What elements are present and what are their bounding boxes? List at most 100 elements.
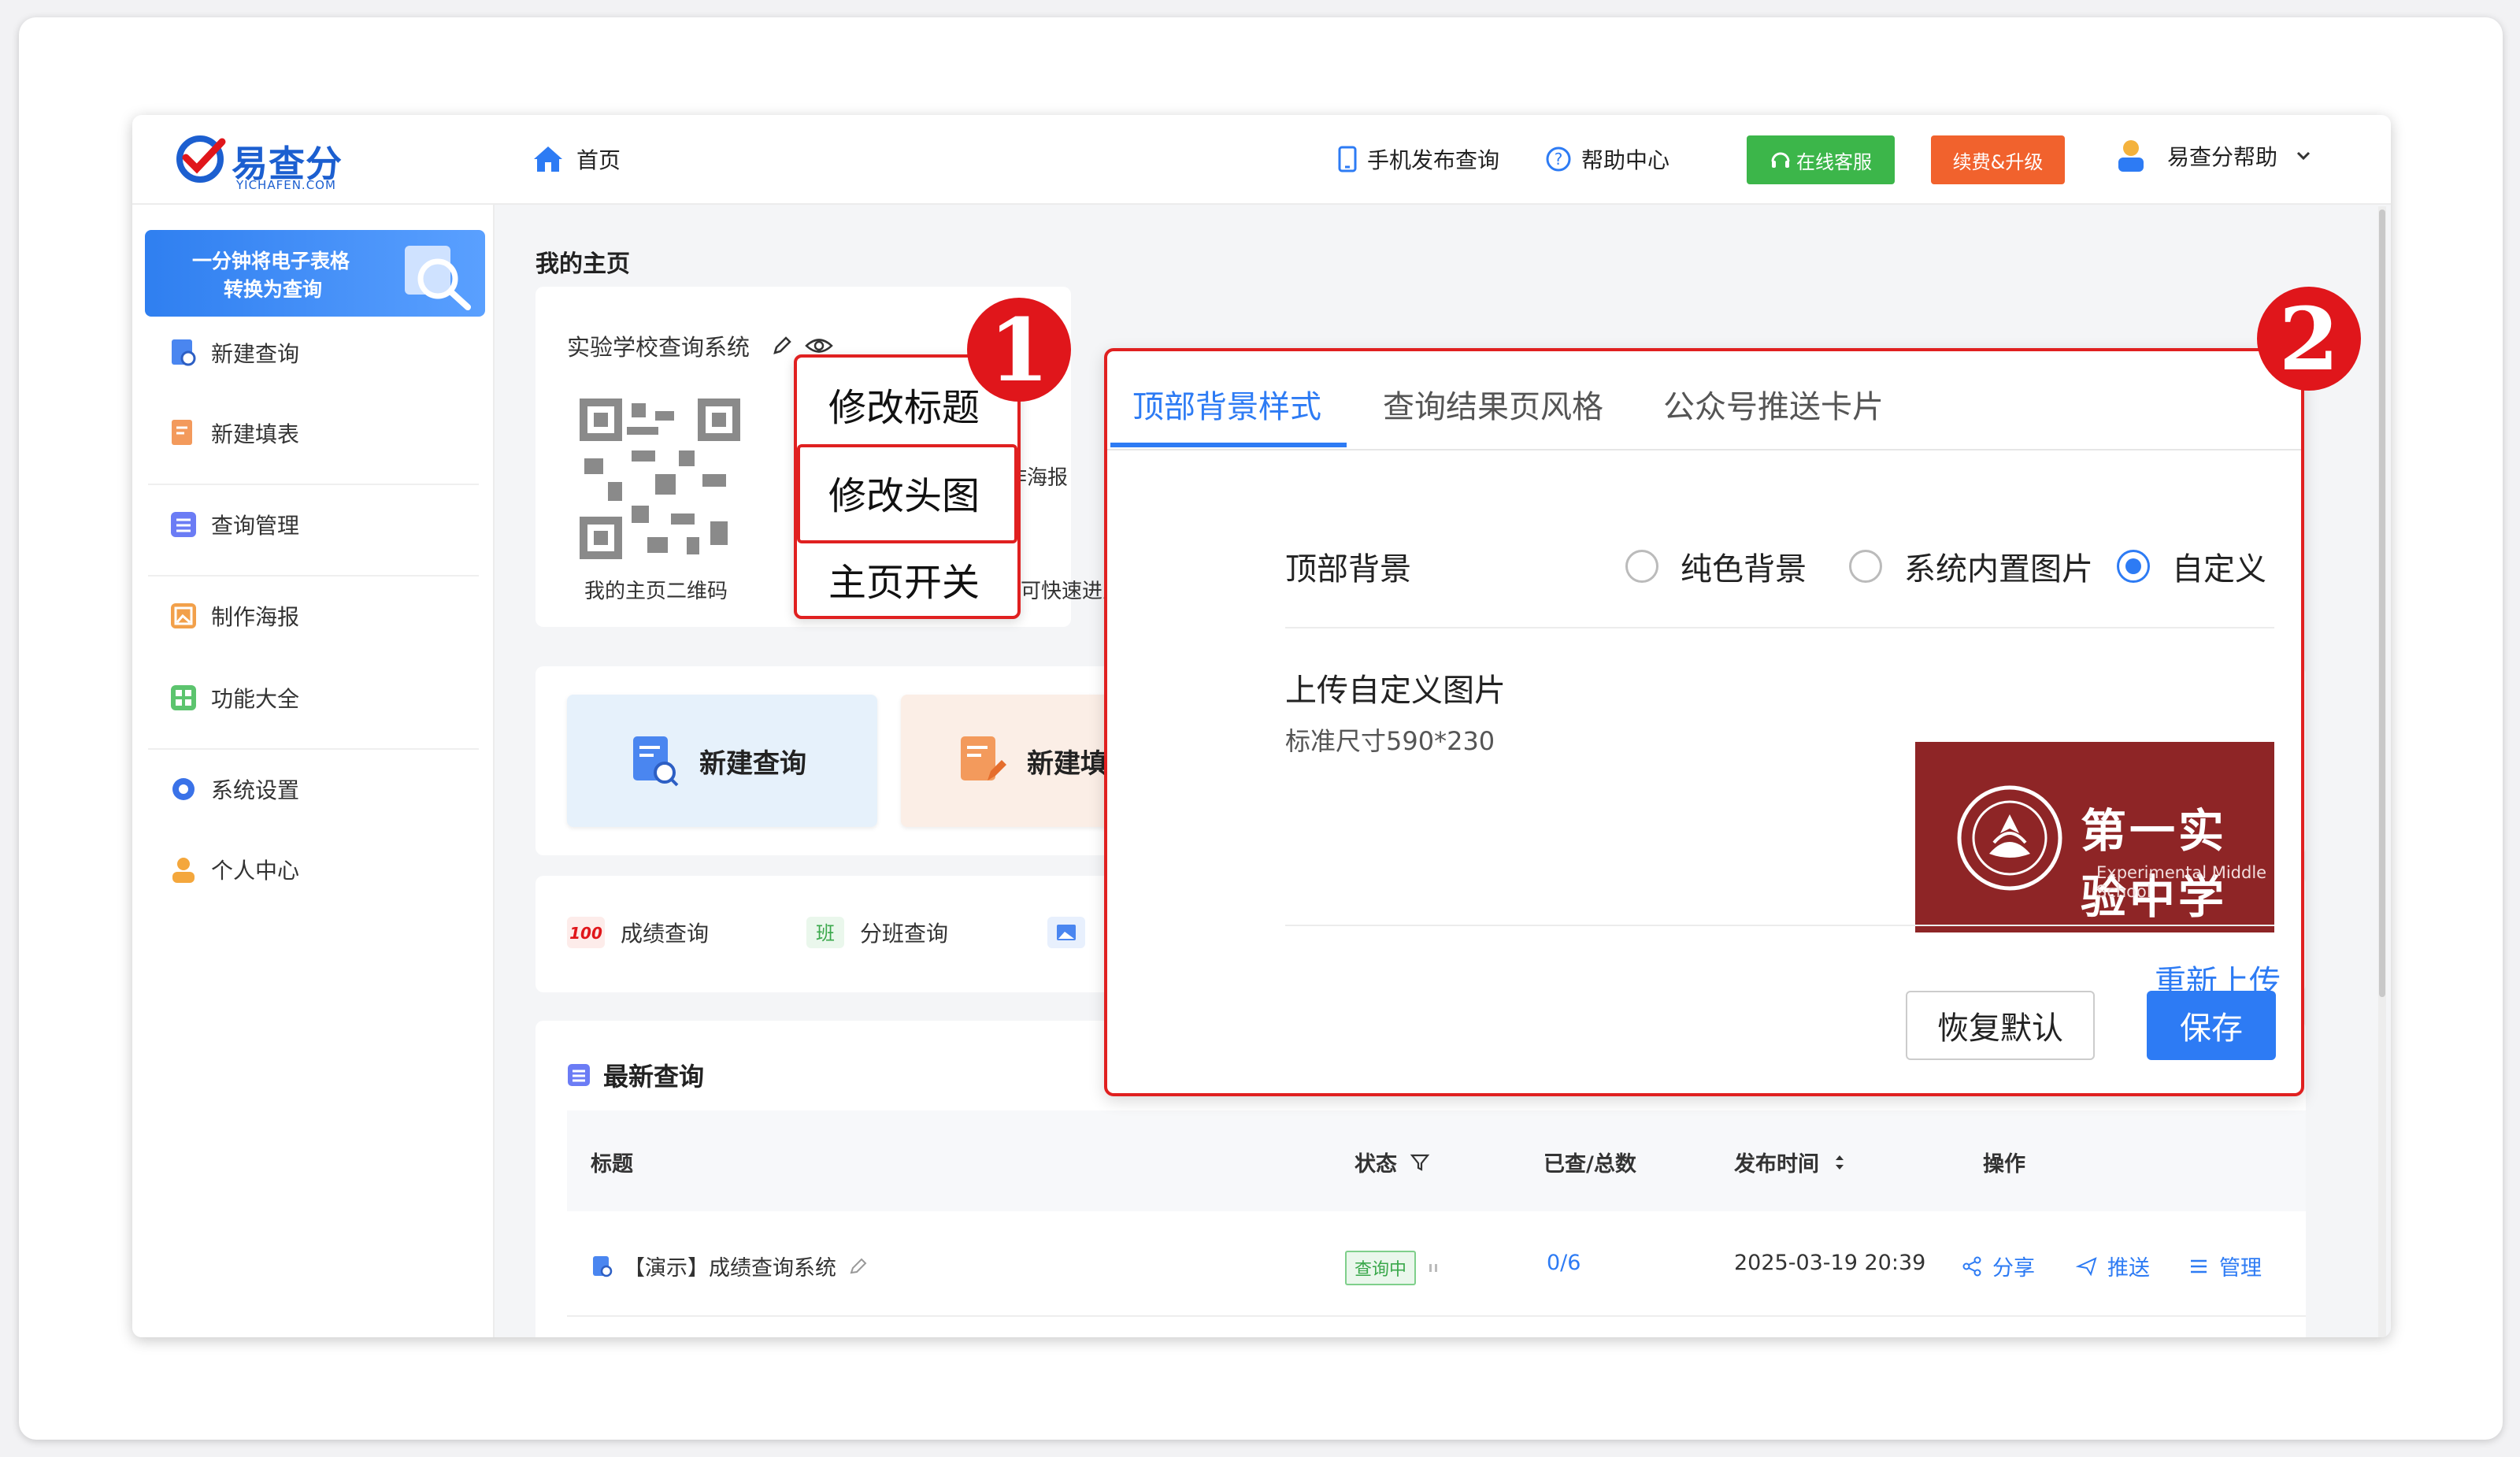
quick-new-form-button[interactable]: 新建填	[901, 695, 1137, 827]
new-form-icon	[172, 420, 192, 445]
menu-item-homepage-toggle[interactable]: 主页开关	[828, 551, 980, 606]
sidebar-item-features[interactable]: 功能大全	[169, 682, 299, 714]
home-icon	[534, 146, 562, 172]
edit-pencil-icon[interactable]	[847, 1255, 869, 1277]
sidebar-item-settings[interactable]: 系统设置	[169, 773, 299, 805]
new-query-icon	[172, 339, 196, 366]
col-title: 标题	[591, 1152, 633, 1177]
quick-new-query-label: 新建查询	[699, 747, 806, 780]
query-doc-icon	[593, 1255, 613, 1277]
sidebar-item-new-form[interactable]: 新建填表	[169, 417, 299, 449]
feature-class-query[interactable]: 班 分班查询	[806, 917, 948, 948]
school-name-en: Experimental Middle School	[2096, 863, 2267, 901]
image-icon	[1047, 917, 1085, 948]
user-name: 易查分帮助	[2167, 144, 2278, 170]
sidebar-banner[interactable]: 一分钟将电子表格 转换为查询	[145, 230, 485, 317]
save-button[interactable]: 保存	[2147, 991, 2276, 1060]
logo-mark-icon	[176, 135, 226, 183]
radio-label: 系统内置图片	[1904, 551, 2093, 588]
push-label: 推送	[2107, 1256, 2150, 1281]
sidebar-item-query-manage[interactable]: 查询管理	[169, 509, 299, 540]
user-icon	[172, 858, 195, 883]
feature-score-query[interactable]: 100 成绩查询	[567, 917, 709, 948]
row-title-cell[interactable]: 【演示】成绩查询系统	[591, 1251, 869, 1281]
feature-label: 分班查询	[860, 921, 949, 947]
logo[interactable]: 易查分 YICHAFEN.COM	[175, 131, 356, 194]
table-header: 标题 状态 已查/总数 发布时间 操作	[567, 1110, 2306, 1211]
header-bg-label: 顶部背景	[1285, 551, 1411, 588]
radio-custom[interactable]: 自定义	[2117, 543, 2266, 589]
share-label: 分享	[1992, 1256, 2035, 1281]
tab-header-background[interactable]: 顶部背景样式	[1132, 381, 1321, 427]
search-illustration-icon	[405, 246, 471, 310]
col-status[interactable]: 状态	[1354, 1147, 1430, 1177]
share-action[interactable]: 分享	[1961, 1251, 2035, 1281]
row-title: 【演示】成绩查询系统	[624, 1256, 836, 1281]
sidebar-item-label: 查询管理	[211, 513, 300, 539]
renew-upgrade-label: 续费&升级	[1952, 150, 2044, 173]
sidebar: 一分钟将电子表格 转换为查询 新建查询 新建填表 查询管理 制作海报 功能大全 …	[132, 205, 495, 1337]
radio-solid-bg[interactable]: 纯色背景	[1625, 543, 1807, 589]
mobile-publish-link[interactable]: 手机发布查询	[1337, 143, 1499, 175]
app-window: 易查分 YICHAFEN.COM 首页 手机发布查询 ? 帮助中心 在线客服 续…	[132, 115, 2391, 1337]
banner-line2: 转换为查询	[224, 278, 323, 301]
sidebar-item-label: 新建填表	[211, 421, 300, 447]
help-center-link[interactable]: ? 帮助中心	[1545, 143, 1670, 175]
top-header: 易查分 YICHAFEN.COM 首页 手机发布查询 ? 帮助中心 在线客服 续…	[132, 115, 2391, 205]
manage-label: 管理	[2219, 1256, 2262, 1281]
class-icon: 班	[806, 917, 844, 948]
nav-home[interactable]: 首页	[532, 143, 621, 175]
radio-circle	[1625, 550, 1658, 583]
radio-builtin-image[interactable]: 系统内置图片	[1849, 543, 2093, 589]
tab-result-page-style[interactable]: 查询结果页风格	[1383, 381, 1603, 427]
row-count[interactable]: 0/6	[1547, 1251, 1581, 1275]
pause-icon[interactable]	[1427, 1260, 1440, 1276]
school-name: 第一实验中学	[2081, 804, 2228, 924]
upload-custom-label: 上传自定义图片	[1285, 673, 1506, 709]
restore-default-label: 恢复默认	[1937, 1010, 2063, 1047]
help-icon: ?	[1546, 146, 1571, 172]
help-center-label: 帮助中心	[1581, 147, 1670, 173]
manage-action[interactable]: 管理	[2188, 1251, 2262, 1281]
active-tab-underline	[1110, 443, 1347, 447]
col-publish-time[interactable]: 发布时间	[1734, 1147, 1847, 1177]
menu-item-edit-header-image[interactable]: 修改头图	[828, 465, 980, 520]
filter-icon[interactable]	[1410, 1152, 1430, 1173]
online-service-label: 在线客服	[1796, 150, 1872, 173]
renew-upgrade-button[interactable]: 续费&升级	[1931, 135, 2065, 184]
menu-item-edit-title[interactable]: 修改标题	[828, 376, 980, 432]
sidebar-item-profile[interactable]: 个人中心	[169, 854, 299, 885]
feature-image-item[interactable]	[1047, 917, 1085, 948]
svg-text:100: 100	[569, 924, 602, 943]
quick-new-query-button[interactable]: 新建查询	[567, 695, 877, 827]
image-poster-icon	[171, 603, 196, 628]
sidebar-item-new-query[interactable]: 新建查询	[169, 337, 299, 369]
grid-features-icon	[171, 685, 196, 710]
gear-icon	[172, 778, 195, 800]
user-menu[interactable]: 易查分帮助	[2110, 135, 2315, 176]
push-action[interactable]: 推送	[2076, 1251, 2150, 1281]
avatar	[2118, 140, 2144, 172]
online-service-button[interactable]: 在线客服	[1747, 135, 1895, 184]
sidebar-item-label: 新建查询	[211, 341, 300, 367]
col-actions: 操作	[1983, 1152, 2025, 1177]
panel-tabs: 顶部背景样式 查询结果页风格 公众号推送卡片	[1107, 351, 2301, 450]
scrollbar-thumb[interactable]	[2379, 209, 2385, 997]
headset-icon	[1771, 152, 1790, 168]
sidebar-divider	[148, 484, 479, 485]
homepage-title-row: 实验学校查询系统	[567, 329, 833, 362]
sidebar-divider	[148, 575, 479, 576]
edit-pencil-icon[interactable]	[770, 334, 794, 358]
tab-wechat-push-card[interactable]: 公众号推送卡片	[1663, 381, 1884, 427]
sort-icon[interactable]	[1832, 1151, 1847, 1173]
panel-divider	[1285, 627, 2274, 628]
table-row[interactable]: 【演示】成绩查询系统 查询中 0/6 2025-03-19 20:39 分享 推…	[567, 1211, 2306, 1317]
restore-default-button[interactable]: 恢复默认	[1906, 991, 2095, 1060]
radio-circle-checked	[2117, 550, 2150, 583]
phone-icon	[1338, 146, 1357, 172]
sidebar-item-label: 系统设置	[211, 777, 300, 803]
homepage-qr-code	[576, 395, 743, 562]
custom-header-image: 第一实验中学 Experimental Middle School	[1915, 742, 2274, 932]
sidebar-item-poster[interactable]: 制作海报	[169, 600, 299, 632]
main-scrollbar[interactable]	[2378, 206, 2386, 1337]
